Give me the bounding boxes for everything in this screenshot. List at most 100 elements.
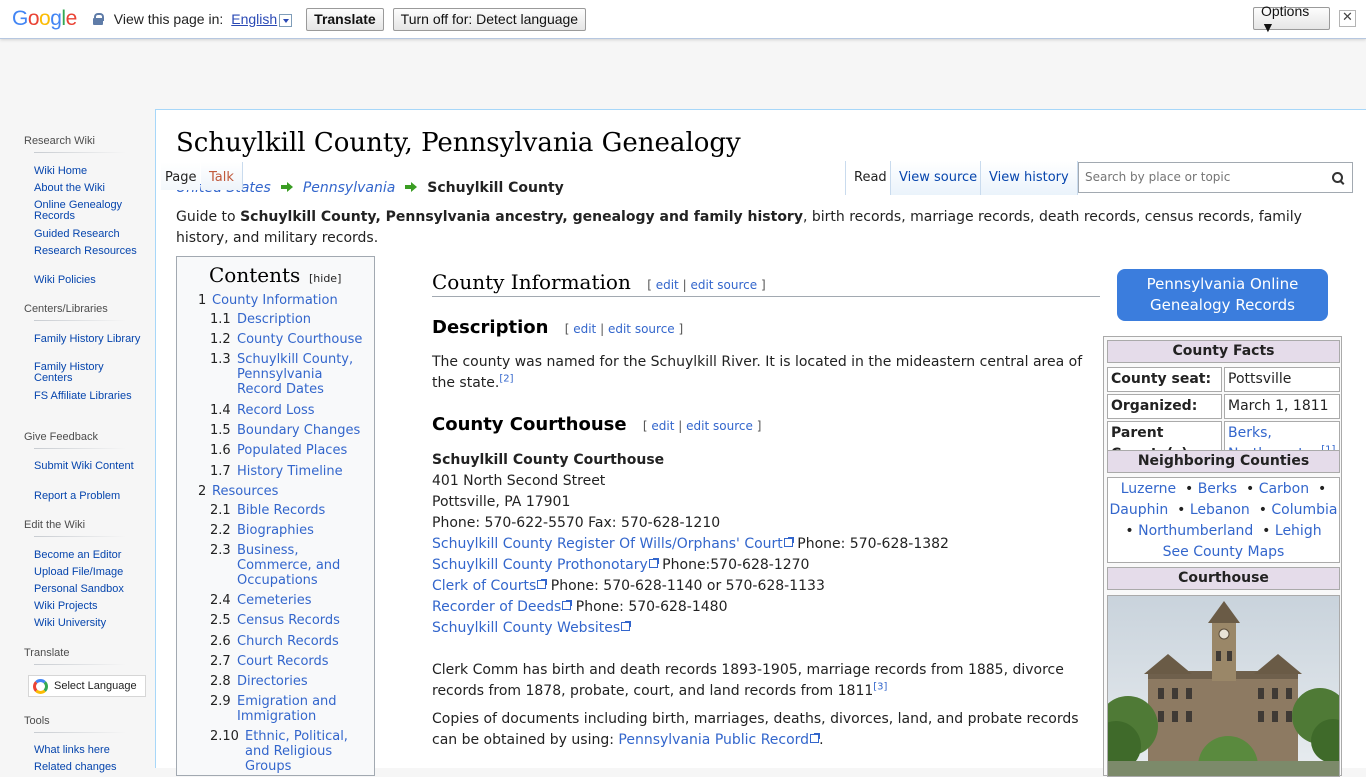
toc-text: Biographies xyxy=(237,523,314,538)
sidebar-item-research-resources[interactable]: Research Resources xyxy=(34,246,144,257)
neighbor-link-dauphin[interactable]: Dauphin xyxy=(1109,502,1168,518)
toc-entry[interactable]: 2.2 Biographies xyxy=(177,523,372,539)
toc-number: 2.1 xyxy=(210,503,231,518)
toc-entry[interactable]: 1.1 Description xyxy=(177,312,372,328)
toc-entry[interactable]: 1.5 Boundary Changes xyxy=(177,423,372,439)
turn-off-translate-button[interactable]: Turn off for: Detect language xyxy=(392,7,587,31)
external-link-icon xyxy=(621,621,632,631)
neighbor-link-luzerne[interactable]: Luzerne xyxy=(1121,481,1176,497)
toc-entry[interactable]: 1.3 Schuylkill County, Pennsylvania Recor… xyxy=(177,352,372,400)
tab-view-history[interactable]: View history xyxy=(980,161,1078,195)
sidebar-item-wiki-projects[interactable]: Wiki Projects xyxy=(34,601,144,612)
organized-label: Organized: xyxy=(1107,394,1222,419)
toc-entry[interactable]: 2.8 Directories xyxy=(177,674,372,690)
sidebar-item-wiki-home[interactable]: Wiki Home xyxy=(34,166,144,177)
prothonotary-link[interactable]: Schuylkill County Prothonotary xyxy=(432,557,659,573)
reference-link[interactable]: [3] xyxy=(873,681,887,692)
toc-entry[interactable]: 1.7 History Timeline xyxy=(177,464,372,480)
heading-description-text: Description xyxy=(432,317,549,338)
table-of-contents: Contents [hide] 1 County Information 1.1 De… xyxy=(176,256,375,776)
see-county-maps-link[interactable]: See County Maps xyxy=(1163,544,1285,560)
chevron-down-icon xyxy=(279,13,293,27)
toc-entry[interactable]: 2 Resources xyxy=(177,484,372,500)
toc-entry[interactable]: 1.6 Populated Places xyxy=(177,443,372,459)
edit-link[interactable]: edit xyxy=(651,419,674,433)
link-phone: Phone:570-628-1270 xyxy=(657,557,810,573)
toc-entry[interactable]: 2.9 Emigration and Immigration xyxy=(177,694,372,726)
toc-text: County Information xyxy=(212,293,338,308)
tab-page[interactable]: Page xyxy=(161,162,201,190)
edit-source-link[interactable]: edit source xyxy=(690,278,757,292)
sidebar-item-fs-affiliate-libraries[interactable]: FS Affiliate Libraries xyxy=(34,391,144,402)
toc-entry[interactable]: 2.7 Court Records xyxy=(177,654,372,670)
sidebar-heading-translate: Translate xyxy=(24,647,128,665)
sidebar-item-family-history-centers[interactable]: Family History Centers xyxy=(34,362,144,384)
county-websites-link[interactable]: Schuylkill County Websites xyxy=(432,620,632,636)
toc-entry[interactable]: 2.4 Cemeteries xyxy=(177,593,372,609)
sidebar-item-wiki-policies[interactable]: Wiki Policies xyxy=(34,275,144,286)
link-text: Clerk of Courts xyxy=(432,578,537,594)
neighbor-row: Luzerne • Berks • Carbon • xyxy=(1120,481,1327,497)
neighbor-link-lehigh[interactable]: Lehigh xyxy=(1275,523,1322,539)
search-input[interactable] xyxy=(1083,169,1323,185)
heading-description: Description [ edit | edit source ] xyxy=(432,317,683,338)
sidebar-item-wiki-university[interactable]: Wiki University xyxy=(34,618,144,629)
translate-language-select[interactable]: English xyxy=(231,11,293,27)
options-button[interactable]: Options ▼ xyxy=(1253,3,1330,35)
search-icon[interactable] xyxy=(1332,172,1344,184)
heading-county-courthouse: County Courthouse [ edit | edit source ] xyxy=(432,414,761,435)
edit-link[interactable]: edit xyxy=(656,278,679,292)
sidebar-item-upload-file[interactable]: Upload File/Image xyxy=(34,567,144,578)
toc-hide-link[interactable]: [hide] xyxy=(309,272,341,285)
courthouse-photo[interactable] xyxy=(1107,595,1340,777)
toc-entry[interactable]: 2.10 Ethnic, Political, and Religious Gro… xyxy=(177,729,372,775)
toc-entry[interactable]: 1.2 County Courthouse xyxy=(177,332,372,348)
tab-view-source[interactable]: View source xyxy=(890,161,986,195)
sidebar-item-about-wiki[interactable]: About the Wiki xyxy=(34,183,144,194)
reference-link[interactable]: [2] xyxy=(499,373,513,384)
neighbor-link-berks[interactable]: Berks xyxy=(1198,481,1237,497)
sidebar-item-guided-research[interactable]: Guided Research xyxy=(34,229,144,240)
toc-number: 1.1 xyxy=(210,312,231,327)
pennsylvania-public-record-link[interactable]: Pennsylvania Public Record xyxy=(618,732,821,748)
toc-text: Business, Commerce, and Occupations xyxy=(237,543,341,588)
sidebar-item-report-problem[interactable]: Report a Problem xyxy=(34,491,144,502)
sidebar-item-what-links-here[interactable]: What links here xyxy=(34,745,144,756)
select-language-widget[interactable]: Select Language xyxy=(28,675,146,697)
recorder-of-deeds-link[interactable]: Recorder of Deeds xyxy=(432,599,573,615)
edit-link[interactable]: edit xyxy=(573,322,596,336)
toc-entry[interactable]: 1.4 Record Loss xyxy=(177,403,372,419)
sidebar-item-submit-wiki-content[interactable]: Submit Wiki Content xyxy=(34,461,144,472)
tab-talk[interactable]: Talk xyxy=(201,162,243,190)
sidebar-item-become-editor[interactable]: Become an Editor xyxy=(34,550,144,561)
neighbor-link-columbia[interactable]: Columbia xyxy=(1271,502,1337,518)
neighbor-row: See County Maps xyxy=(1108,542,1339,563)
translate-button[interactable]: Translate xyxy=(306,7,384,31)
toc-entry[interactable]: 2.6 Church Records xyxy=(177,634,372,650)
clerk-of-courts-link[interactable]: Clerk of Courts xyxy=(432,578,548,594)
toc-entry[interactable]: 2.1 Bible Records xyxy=(177,503,372,519)
sidebar-item-family-history-library[interactable]: Family History Library xyxy=(34,334,144,345)
edit-bracket: [ xyxy=(642,419,648,433)
arrow-right-icon xyxy=(280,182,293,192)
edit-separator: | xyxy=(678,419,683,433)
edit-source-link[interactable]: edit source xyxy=(608,322,675,336)
tab-read[interactable]: Read xyxy=(845,161,895,195)
translate-bar: Google View this page in: English Transl… xyxy=(0,0,1366,39)
edit-source-link[interactable]: edit source xyxy=(686,419,753,433)
clerk-paragraph: Clerk Comm has birth and death records 1… xyxy=(432,660,1097,702)
parent-county-berks-link[interactable]: Berks, xyxy=(1228,425,1272,441)
sidebar-item-online-genealogy-records[interactable]: Online Genealogy Records xyxy=(34,200,144,222)
toc-entry[interactable]: 2.5 Census Records xyxy=(177,613,372,629)
breadcrumb-pennsylvania[interactable]: Pennsylvania xyxy=(303,180,395,196)
neighbor-link-carbon[interactable]: Carbon xyxy=(1259,481,1309,497)
neighbor-link-northumberland[interactable]: Northumberland xyxy=(1138,523,1253,539)
neighbor-link-lebanon[interactable]: Lebanon xyxy=(1190,502,1250,518)
toc-entry[interactable]: 1 County Information xyxy=(177,293,372,309)
register-of-wills-link[interactable]: Schuylkill County Register Of Wills/Orph… xyxy=(432,536,794,552)
close-icon[interactable]: ✕ xyxy=(1339,10,1356,27)
toc-entry[interactable]: 2.3 Business, Commerce, and Occupations xyxy=(177,543,372,591)
content-area: United StatesPennsylvaniaSchuylkill Coun… xyxy=(155,109,1366,777)
pennsylvania-online-records-button[interactable]: Pennsylvania Online Genealogy Records xyxy=(1117,269,1328,321)
sidebar-item-personal-sandbox[interactable]: Personal Sandbox xyxy=(34,584,144,595)
